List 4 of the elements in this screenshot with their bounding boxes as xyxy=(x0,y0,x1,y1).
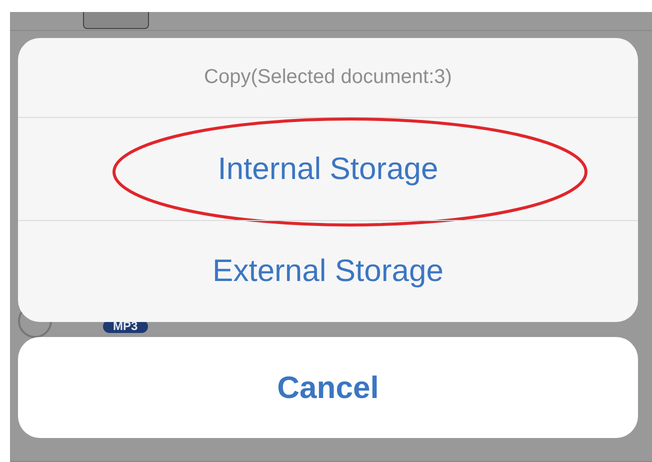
storage-option[interactable]: External Storage xyxy=(18,220,638,322)
sheet-title: Copy(Selected document:3) xyxy=(18,38,638,118)
cancel-button[interactable]: Cancel xyxy=(18,337,638,438)
storage-option[interactable]: Internal Storage xyxy=(18,118,638,220)
